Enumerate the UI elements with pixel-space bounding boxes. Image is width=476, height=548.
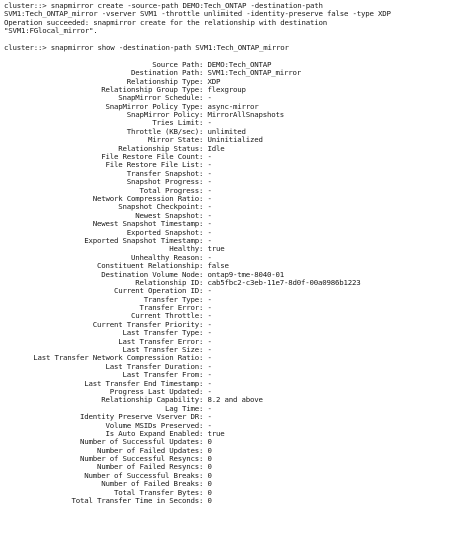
field-value: flexgroup xyxy=(207,84,246,94)
field-row: SnapMirror Policy: MirrorAllSnapshots xyxy=(4,110,476,120)
field-row: Relationship Status: Idle xyxy=(4,144,476,153)
field-row: Transfer Type: - xyxy=(4,295,476,304)
field-row: Number of Failed Updates: 0 xyxy=(4,446,476,455)
field-row: Network Compression Ratio: - xyxy=(4,194,476,203)
field-row: Number of Successful Breaks: 0 xyxy=(4,471,476,480)
field-row: Total Progress: - xyxy=(4,186,476,195)
field-row: Exported Snapshot Timestamp: - xyxy=(4,236,476,245)
field-row: Last Transfer Duration: - xyxy=(4,362,476,371)
field-row: Number of Failed Resyncs: 0 xyxy=(4,463,476,472)
field-row: Is Auto Expand Enabled: true xyxy=(4,429,476,438)
field-value: SVM1:Tech_ONTAP_mirror xyxy=(207,68,302,78)
field-value: MirrorAllSnapshots xyxy=(207,110,285,120)
terminal-output: cluster::> snapmirror create -source-pat… xyxy=(0,0,476,548)
field-row: Healthy: true xyxy=(4,244,476,253)
field-row: Unhealthy Reason: - xyxy=(4,253,476,262)
field-row: Snapshot Progress: - xyxy=(4,177,476,186)
field-row: Number of Successful Updates: 0 xyxy=(4,437,476,446)
field-row: Volume MSIDs Preserved: - xyxy=(4,421,476,430)
field-row: Last Transfer End Timestamp: - xyxy=(4,379,476,388)
field-row: Last Transfer Network Compression Ratio:… xyxy=(4,354,476,363)
field-row: Last Transfer Type: - xyxy=(4,328,476,337)
field-separator: : xyxy=(199,496,208,506)
field-row: File Restore File List: - xyxy=(4,161,476,170)
field-row: Newest Snapshot Timestamp: - xyxy=(4,219,476,228)
field-row: Mirror State: Uninitialized xyxy=(4,135,476,144)
field-row: Number of Failed Breaks: 0 xyxy=(4,479,476,488)
command-line-show: cluster::> snapmirror show -destination-… xyxy=(4,42,289,52)
field-row: Relationship ID: cab5fbc2-c3eb-11e7-8d0f… xyxy=(4,277,476,287)
field-value: 0 xyxy=(207,496,212,506)
field-label: Total Transfer Time in Seconds xyxy=(71,496,200,506)
field-row: Snapshot Checkpoint: - xyxy=(4,202,476,211)
field-row: Destination Path: SVM1:Tech_ONTAP_mirror xyxy=(4,68,476,78)
field-row: Transfer Snapshot: - xyxy=(4,169,476,178)
field-row: Transfer Error: - xyxy=(4,303,476,312)
field-row: File Restore File Count: - xyxy=(4,152,476,161)
field-row: Newest Snapshot: - xyxy=(4,211,476,220)
field-row: Current Operation ID: - xyxy=(4,286,476,295)
operation-result-line-continued: "SVM1:FGlocal_mirror". xyxy=(4,26,98,36)
field-row: Relationship Capability: 8.2 and above xyxy=(4,395,476,405)
field-row: Relationship Group Type: flexgroup xyxy=(4,84,476,94)
field-row: Current Transfer Priority: - xyxy=(4,320,476,329)
field-row: Lag Time: - xyxy=(4,404,476,413)
field-row: Total Transfer Time in Seconds: 0 xyxy=(4,496,476,506)
snapmirror-fields-list: Source Path: DEMO:Tech_ONTAP Destination … xyxy=(4,60,476,506)
field-value: 8.2 and above xyxy=(207,395,263,405)
field-value: cab5fbc2-c3eb-11e7-8d0f-00a0986b1223 xyxy=(207,277,361,287)
field-row: Number of Successful Resyncs: 0 xyxy=(4,454,476,463)
field-row: Exported Snapshot: - xyxy=(4,228,476,237)
field-row: Current Throttle: - xyxy=(4,312,476,321)
field-row: Last Transfer From: - xyxy=(4,370,476,379)
field-row: Identity Preserve Vserver DR: - xyxy=(4,412,476,421)
field-row: Last Transfer Error: - xyxy=(4,337,476,346)
